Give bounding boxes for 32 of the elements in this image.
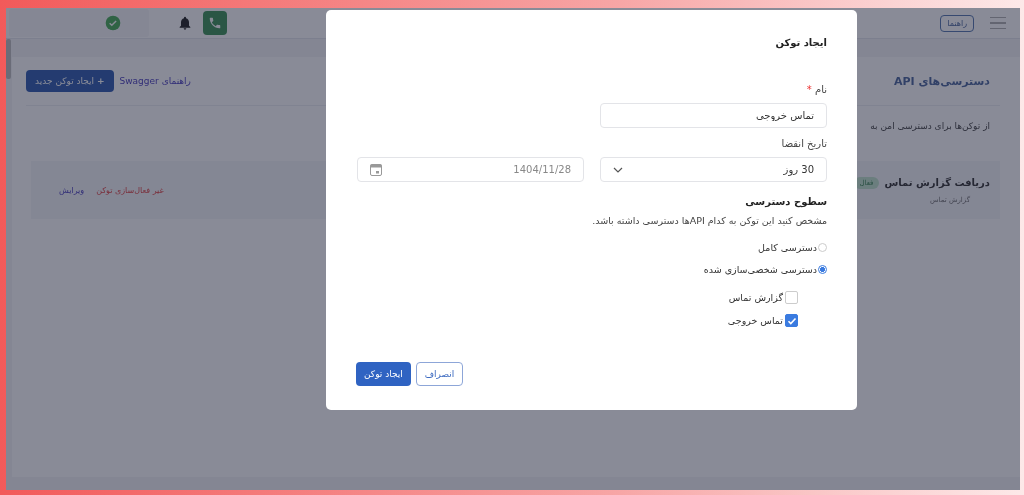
panel-description: از توکن‌ها برای دسترسی امن به bbox=[869, 121, 990, 131]
checkbox-label: تماس خروجی bbox=[727, 315, 783, 326]
calendar-icon bbox=[370, 163, 382, 176]
checkbox[interactable] bbox=[785, 291, 798, 304]
cancel-button[interactable]: انصراف bbox=[415, 362, 464, 386]
phone-button[interactable] bbox=[203, 11, 227, 35]
expiry-select[interactable]: 30 روز bbox=[600, 157, 827, 182]
swagger-link[interactable]: راهنمای Swagger bbox=[119, 76, 191, 86]
help-button[interactable]: راهنما bbox=[940, 14, 974, 32]
create-token-button[interactable]: ایجاد توکن bbox=[356, 362, 411, 386]
modal-title: ایجاد توکن bbox=[774, 37, 827, 48]
edit-link[interactable]: ویرایش bbox=[59, 185, 85, 195]
section-hint: مشخص کنید این توکن به کدام APIها دسترسی داشته باشد. bbox=[591, 215, 827, 226]
checkbox-label: گزارش تماس bbox=[728, 292, 783, 303]
token-name: دریافت گزارش تماس bbox=[884, 177, 990, 188]
panel-title: دسترسی‌های API bbox=[893, 74, 990, 88]
section-title: سطوح دسترسی bbox=[744, 196, 827, 207]
bell-icon[interactable] bbox=[177, 15, 193, 31]
radio-label: دسترسی شخصی‌سازی شده bbox=[703, 263, 817, 275]
field-label: نام * bbox=[805, 84, 827, 95]
menu-icon[interactable] bbox=[990, 16, 1006, 30]
chevron-down-icon bbox=[613, 166, 623, 173]
new-token-button[interactable]: + ایجاد توکن جدید bbox=[26, 70, 114, 92]
field-label: تاریخ انقضا bbox=[780, 138, 827, 149]
phone-icon bbox=[208, 16, 222, 30]
checkbox[interactable] bbox=[785, 314, 798, 327]
date-field[interactable]: 1404/11/28 bbox=[357, 157, 584, 182]
deactivate-link[interactable]: غیر فعال‌سازی توکن bbox=[96, 185, 164, 195]
scrollbar[interactable] bbox=[6, 39, 11, 79]
radio-button[interactable] bbox=[818, 264, 827, 274]
radio-label: دسترسی کامل bbox=[758, 241, 817, 253]
name-field[interactable]: تماس خروجی bbox=[600, 103, 827, 128]
